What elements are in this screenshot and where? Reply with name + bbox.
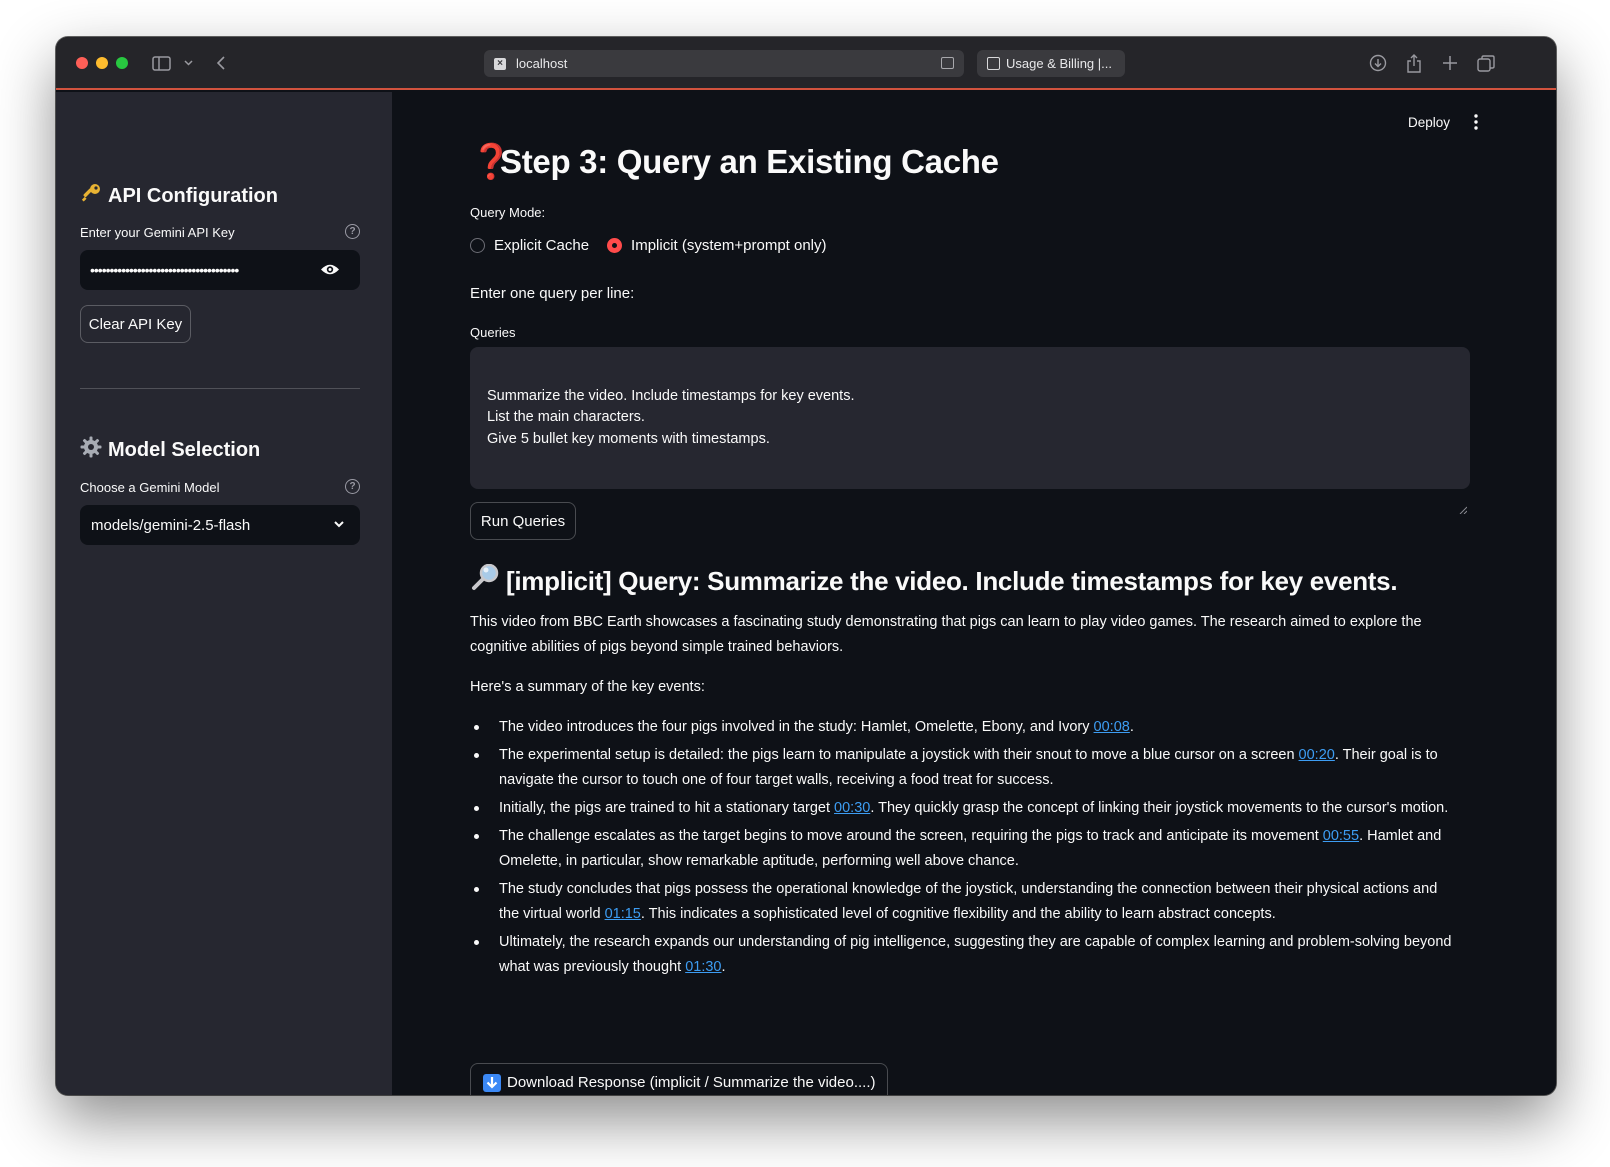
model-select-value: models/gemini-2.5-flash xyxy=(91,516,251,534)
sidebar-divider xyxy=(80,388,360,389)
queries-label: Queries xyxy=(470,325,516,340)
timestamp-link[interactable]: 01:15 xyxy=(605,906,641,922)
radio-implicit[interactable] xyxy=(607,238,623,253)
api-config-heading-text: API Configuration xyxy=(108,184,278,207)
key-events-list: The video introduces the four pigs invol… xyxy=(470,715,1460,983)
bullet-text: . xyxy=(721,959,726,975)
radio-explicit-cache[interactable] xyxy=(470,238,485,253)
result-heading-text: [implicit] Query: Summarize the video. I… xyxy=(506,566,1398,596)
model-selection-heading: Model Selection xyxy=(80,436,260,464)
close-window-button[interactable] xyxy=(76,57,88,69)
model-select[interactable]: models/gemini-2.5-flash xyxy=(80,505,360,545)
download-response-button[interactable]: Download Response (implicit / Summarize … xyxy=(470,1063,889,1095)
url-text: localhost xyxy=(516,56,568,71)
run-queries-button[interactable]: Run Queries xyxy=(470,502,576,540)
sidebar-toggle-icon[interactable] xyxy=(150,50,172,76)
list-item: Initially, the pigs are trained to hit a… xyxy=(470,796,1460,821)
page-title: ❓ Step 3: Query an Existing Cache xyxy=(470,142,999,182)
api-key-value: •••••••••••••••••••••••••••••••••••••• xyxy=(90,262,239,278)
deploy-button[interactable]: Deploy xyxy=(1408,115,1450,130)
timestamp-link[interactable]: 01:30 xyxy=(685,959,721,975)
chevron-down-icon[interactable] xyxy=(182,50,194,76)
resize-handle-icon[interactable] xyxy=(1459,478,1468,514)
share-icon[interactable] xyxy=(1404,50,1424,76)
gear-icon xyxy=(80,436,102,464)
timestamp-link[interactable]: 00:08 xyxy=(1094,719,1130,735)
download-arrow-icon xyxy=(483,1073,501,1092)
sidebar: API Configuration Enter your Gemini API … xyxy=(56,92,392,1095)
model-help-icon[interactable]: ? xyxy=(345,479,360,494)
timestamp-link[interactable]: 00:30 xyxy=(834,800,870,816)
main-content: Deploy ❓ Step 3: Query an Existing Cache… xyxy=(392,92,1556,1095)
instruction-text: Enter one query per line: xyxy=(470,285,635,302)
api-key-label: Enter your Gemini API Key xyxy=(80,225,235,240)
browser-window: localhost Usage & Billing |... API Confi… xyxy=(56,37,1556,1095)
result-intro: This video from BBC Earth showcases a fa… xyxy=(470,614,1422,655)
back-arrow-icon[interactable] xyxy=(214,50,228,76)
query-mode-label: Query Mode: xyxy=(470,205,546,220)
summary-heading: Here's a summary of the key events: xyxy=(470,679,705,695)
list-item: The study concludes that pigs possess th… xyxy=(470,877,1460,927)
list-item: The video introduces the four pigs invol… xyxy=(470,715,1460,740)
browser-titlebar: localhost Usage & Billing |... xyxy=(56,37,1556,90)
minimize-window-button[interactable] xyxy=(96,57,108,69)
tab-favicon-icon xyxy=(987,57,1000,70)
radio-implicit-label[interactable]: Implicit (system+prompt only) xyxy=(631,237,826,254)
magnifying-glass-icon xyxy=(470,563,500,599)
model-label: Choose a Gemini Model xyxy=(80,480,220,495)
api-key-input[interactable]: •••••••••••••••••••••••••••••••••••••• xyxy=(80,250,360,290)
api-config-heading: API Configuration xyxy=(80,182,278,210)
show-password-eye-icon[interactable] xyxy=(320,263,340,276)
site-favicon-icon xyxy=(494,57,506,70)
list-item: The challenge escalates as the target be… xyxy=(470,824,1460,874)
bullet-text: The experimental setup is detailed: the … xyxy=(499,747,1299,763)
timestamp-link[interactable]: 00:20 xyxy=(1299,747,1335,763)
tab-title: Usage & Billing |... xyxy=(1006,56,1112,71)
radio-explicit-label[interactable]: Explicit Cache xyxy=(494,237,589,254)
page-title-text: Step 3: Query an Existing Cache xyxy=(500,143,999,180)
list-item: The experimental setup is detailed: the … xyxy=(470,743,1460,793)
bullet-text: The video introduces the four pigs invol… xyxy=(499,719,1094,735)
tab-usage-billing[interactable]: Usage & Billing |... xyxy=(977,50,1125,77)
bullet-text: . xyxy=(1129,719,1134,735)
url-bar[interactable]: localhost xyxy=(484,50,964,77)
queries-textarea[interactable]: Summarize the video. Include timestamps … xyxy=(470,347,1470,514)
result-heading: [implicit] Query: Summarize the video. I… xyxy=(470,563,1398,599)
reader-mode-icon[interactable] xyxy=(941,57,954,69)
api-key-help-icon[interactable]: ? xyxy=(345,224,360,239)
model-selection-heading-text: Model Selection xyxy=(108,438,261,461)
queries-text: Summarize the video. Include timestamps … xyxy=(487,387,855,447)
clear-api-key-button[interactable]: Clear API Key xyxy=(80,305,191,343)
bullet-text: The challenge escalates as the target be… xyxy=(499,828,1323,844)
bullet-text: . This indicates a sophisticated level o… xyxy=(640,906,1276,922)
question-mark-icon: ❓ xyxy=(470,143,513,181)
bullet-text: Initially, the pigs are trained to hit a… xyxy=(499,800,835,816)
list-item: Ultimately, the research expands our und… xyxy=(470,930,1460,980)
new-tab-icon[interactable] xyxy=(1440,50,1460,76)
download-response-label: Download Response (implicit / Summarize … xyxy=(507,1074,876,1091)
main-menu-kebab-icon[interactable] xyxy=(1474,114,1478,130)
chevron-down-icon xyxy=(332,517,346,531)
downloads-icon[interactable] xyxy=(1368,50,1388,76)
timestamp-link[interactable]: 00:55 xyxy=(1323,828,1359,844)
tab-overview-icon[interactable] xyxy=(1476,50,1496,76)
bullet-text: . They quickly grasp the concept of link… xyxy=(870,800,1449,816)
maximize-window-button[interactable] xyxy=(116,57,128,69)
bullet-text: Ultimately, the research expands our und… xyxy=(499,934,1452,975)
key-icon xyxy=(80,182,102,210)
query-mode-radio-group: Explicit Cache Implicit (system+prompt o… xyxy=(470,237,827,254)
